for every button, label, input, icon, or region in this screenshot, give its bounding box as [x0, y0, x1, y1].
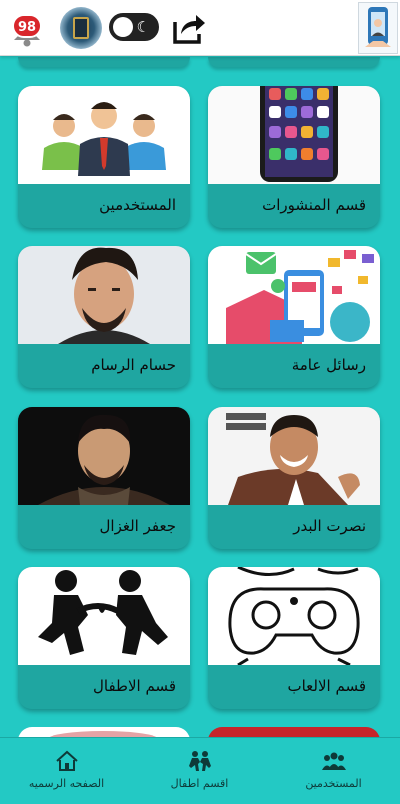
card-messages[interactable]: رسائل عامة — [208, 246, 380, 388]
kids-icon — [188, 751, 211, 771]
gamepad-image — [208, 567, 380, 665]
card-posts[interactable]: قسم المنشورات — [208, 86, 380, 228]
nav-label: اقسم اطفال — [170, 777, 229, 790]
person-photo — [208, 407, 380, 505]
users-icon — [321, 752, 346, 770]
smartphone-image — [208, 86, 380, 184]
top-bar: 98 ☾ — [0, 0, 400, 56]
notifications-button[interactable]: 98 — [10, 10, 44, 48]
card-label: جعفر الغزال — [18, 505, 190, 549]
card-label: نصرت البدر — [208, 505, 380, 549]
toggle-knob — [113, 17, 133, 37]
notification-badge: 98 — [12, 14, 43, 38]
nav-label: الصفحه الرسميه — [28, 777, 105, 790]
card-label: قسم الاطفال — [18, 665, 190, 709]
nav-kids[interactable]: اقسم اطفال — [133, 750, 266, 790]
card-label: حسام الرسام — [18, 344, 190, 388]
card-children[interactable]: قسم الاطفال — [18, 567, 190, 709]
share-icon[interactable] — [171, 10, 207, 46]
card-users[interactable]: المستخدمين — [18, 86, 190, 228]
card-label: رسائل عامة — [208, 344, 380, 388]
person-photo — [18, 246, 190, 344]
nav-label: المستخدمين — [305, 777, 362, 790]
card-person-1[interactable]: حسام الرسام — [18, 246, 190, 388]
card-label: قسم الالعاب — [208, 665, 380, 709]
card-partial[interactable] — [208, 57, 380, 67]
card-label: قسم المنشورات — [208, 184, 380, 228]
nav-users[interactable]: المستخدمين — [267, 750, 400, 790]
app-logo-icon[interactable] — [358, 2, 398, 54]
dark-mode-toggle[interactable]: ☾ — [109, 13, 159, 41]
card-person-2[interactable]: نصرت البدر — [208, 407, 380, 549]
home-icon — [55, 750, 78, 771]
quran-icon[interactable] — [60, 7, 102, 49]
person-photo — [18, 407, 190, 505]
bottom-nav: الصفحه الرسميه اقسم اطفال المستخدمين — [0, 737, 400, 804]
sections-grid: قسم المنشورات المستخدمين رسائل عامة حسام… — [0, 57, 400, 737]
nav-home[interactable]: الصفحه الرسميه — [0, 750, 133, 790]
card-label: المستخدمين — [18, 184, 190, 228]
moon-icon: ☾ — [136, 18, 150, 36]
messages-image — [208, 246, 380, 344]
card-person-3[interactable]: جعفر الغزال — [18, 407, 190, 549]
users-group-image — [18, 86, 190, 184]
card-games[interactable]: قسم الالعاب — [208, 567, 380, 709]
card-partial[interactable] — [18, 727, 190, 737]
children-image — [18, 567, 190, 665]
card-partial[interactable] — [18, 57, 190, 67]
card-partial[interactable] — [208, 727, 380, 737]
